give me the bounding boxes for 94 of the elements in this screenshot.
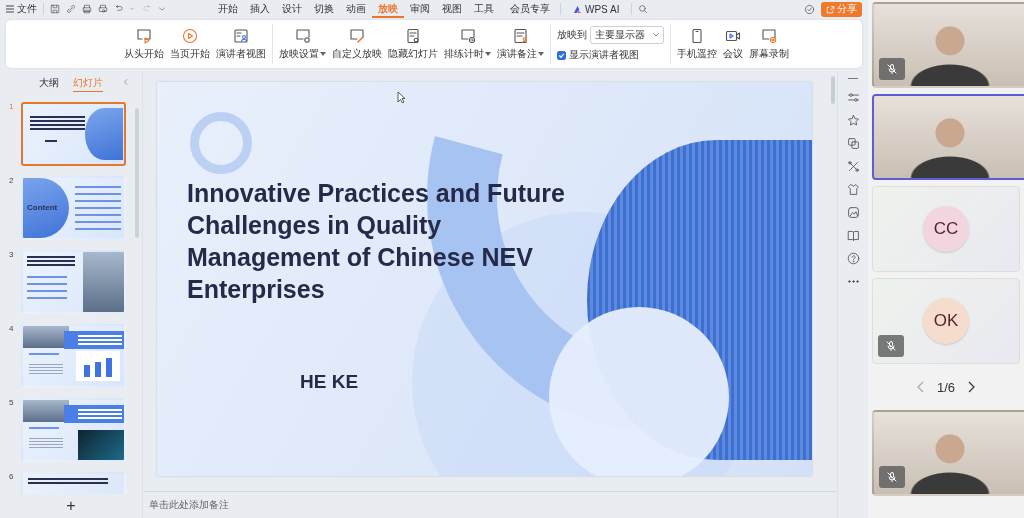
slide-number: 1	[9, 102, 15, 111]
panel-tab[interactable]: 大纲	[39, 75, 59, 91]
undo-icon[interactable]	[114, 4, 124, 14]
ribbon-button[interactable]: 放映设置	[277, 25, 328, 63]
slide-thumbnail[interactable]: Content	[21, 176, 126, 240]
image-icon[interactable]	[846, 206, 860, 219]
banner-drawing	[64, 405, 124, 423]
slide-thumbnail[interactable]	[21, 398, 126, 462]
menu-icon	[6, 5, 14, 13]
list-lines-drawing	[75, 186, 121, 230]
print-icon[interactable]	[82, 4, 92, 14]
member-tab[interactable]: 会员专享	[506, 0, 554, 18]
book-icon[interactable]	[846, 229, 860, 242]
menu-tab[interactable]: 动画	[340, 0, 372, 18]
sliders-icon[interactable]	[846, 91, 860, 104]
notes-icon	[512, 27, 529, 44]
menu-tab[interactable]: 插入	[244, 0, 276, 18]
next-page-icon[interactable]	[967, 381, 976, 393]
slide-title: Innovative Practices and Future Challenges in Quality Management of Chinese NEV Enterprises	[187, 178, 566, 305]
slide-thumbnail[interactable]	[21, 250, 126, 314]
slideshow-settings-icon	[294, 27, 311, 44]
ribbon-button[interactable]: 演讲者视图	[214, 25, 268, 63]
add-slide-button[interactable]: +	[62, 497, 80, 515]
thumbnail-heading: Content	[27, 203, 58, 213]
timer-icon	[459, 27, 476, 44]
shirt-icon[interactable]	[846, 183, 860, 196]
play-to-label: 放映到	[557, 28, 587, 42]
tools-icon[interactable]	[846, 160, 860, 173]
author-line-drawing	[45, 140, 57, 142]
ribbon-button[interactable]: 隐藏幻灯片	[386, 25, 440, 63]
checkbox-label: 显示演讲者视图	[569, 48, 639, 62]
building-photo	[85, 108, 123, 160]
print-preview-icon[interactable]	[98, 4, 108, 14]
ribbon-button[interactable]: 自定义放映	[330, 25, 384, 63]
notes-placeholder[interactable]: 单击此处添加备注	[149, 498, 229, 512]
ribbon-button[interactable]: 演讲备注	[495, 25, 546, 63]
play-circle-icon	[182, 27, 198, 44]
file-menu[interactable]: 文件	[6, 2, 37, 16]
slide-number: 5	[9, 398, 15, 407]
menu-tab[interactable]: 开始	[212, 0, 244, 18]
display-select[interactable]: 主要显示器	[590, 26, 664, 44]
chevron-icon	[653, 33, 659, 37]
presenter-view-icon	[233, 27, 249, 44]
redo-icon	[142, 4, 152, 14]
menu-tab[interactable]: 工具	[468, 0, 500, 18]
share-icon	[826, 4, 835, 14]
photo-placeholder	[83, 252, 124, 312]
banner-drawing	[64, 331, 124, 349]
slide-thumbnail[interactable]	[21, 324, 126, 388]
participant-tile[interactable]: CC	[872, 186, 1020, 272]
slide-author: HE KE	[300, 371, 359, 393]
avatar: OK	[923, 298, 969, 344]
star-icon[interactable]	[846, 114, 860, 127]
cursor-icon	[397, 91, 406, 104]
title-lines-drawing	[30, 116, 85, 132]
photo-placeholder	[23, 400, 69, 422]
menu-tab[interactable]: 审阅	[404, 0, 436, 18]
menu-tab[interactable]: 切换	[308, 0, 340, 18]
slide-number: 2	[9, 176, 15, 185]
screen-record-icon	[761, 27, 777, 44]
phone-icon	[689, 27, 705, 44]
custom-show-icon	[349, 27, 365, 44]
checkbox[interactable]	[557, 50, 566, 60]
ribbon-button[interactable]: 手机遥控	[675, 25, 719, 63]
slide-number: 4	[9, 324, 15, 333]
presentation-play-icon	[136, 27, 152, 44]
copy-icon[interactable]	[846, 137, 860, 150]
ribbon-button[interactable]: 会议	[721, 25, 745, 63]
title-lines-drawing	[27, 256, 75, 268]
menu-tab[interactable]: 设计	[276, 0, 308, 18]
ribbon-button[interactable]: 从头开始	[122, 25, 166, 63]
save-icon[interactable]	[50, 4, 60, 14]
participant-tile[interactable]: OK	[872, 278, 1020, 364]
help-icon[interactable]	[846, 252, 860, 265]
ring-shape	[190, 112, 252, 174]
slide-thumbnail[interactable]	[21, 102, 126, 166]
link-icon[interactable]	[66, 4, 76, 14]
photo-placeholder	[78, 430, 124, 460]
slide-number: 6	[9, 472, 15, 481]
sync-icon[interactable]	[804, 3, 815, 15]
hidden-slide-icon	[405, 27, 421, 44]
page-indicator: 1/6	[936, 379, 956, 395]
bar-chart-drawing	[76, 351, 120, 381]
ribbon-button[interactable]: 当页开始	[168, 25, 212, 63]
menu-tab[interactable]: 视图	[436, 0, 468, 18]
slide-number: 3	[9, 250, 15, 259]
building-photo	[23, 178, 69, 238]
ai-logo	[573, 4, 582, 14]
search-icon[interactable]	[638, 4, 649, 14]
photo-placeholder	[23, 326, 69, 348]
ai-button[interactable]: WPS AI	[567, 2, 626, 16]
avatar: CC	[923, 206, 969, 252]
ribbon-button[interactable]: 屏幕录制	[747, 25, 791, 63]
ribbon-button[interactable]: 排练计时	[442, 25, 493, 63]
